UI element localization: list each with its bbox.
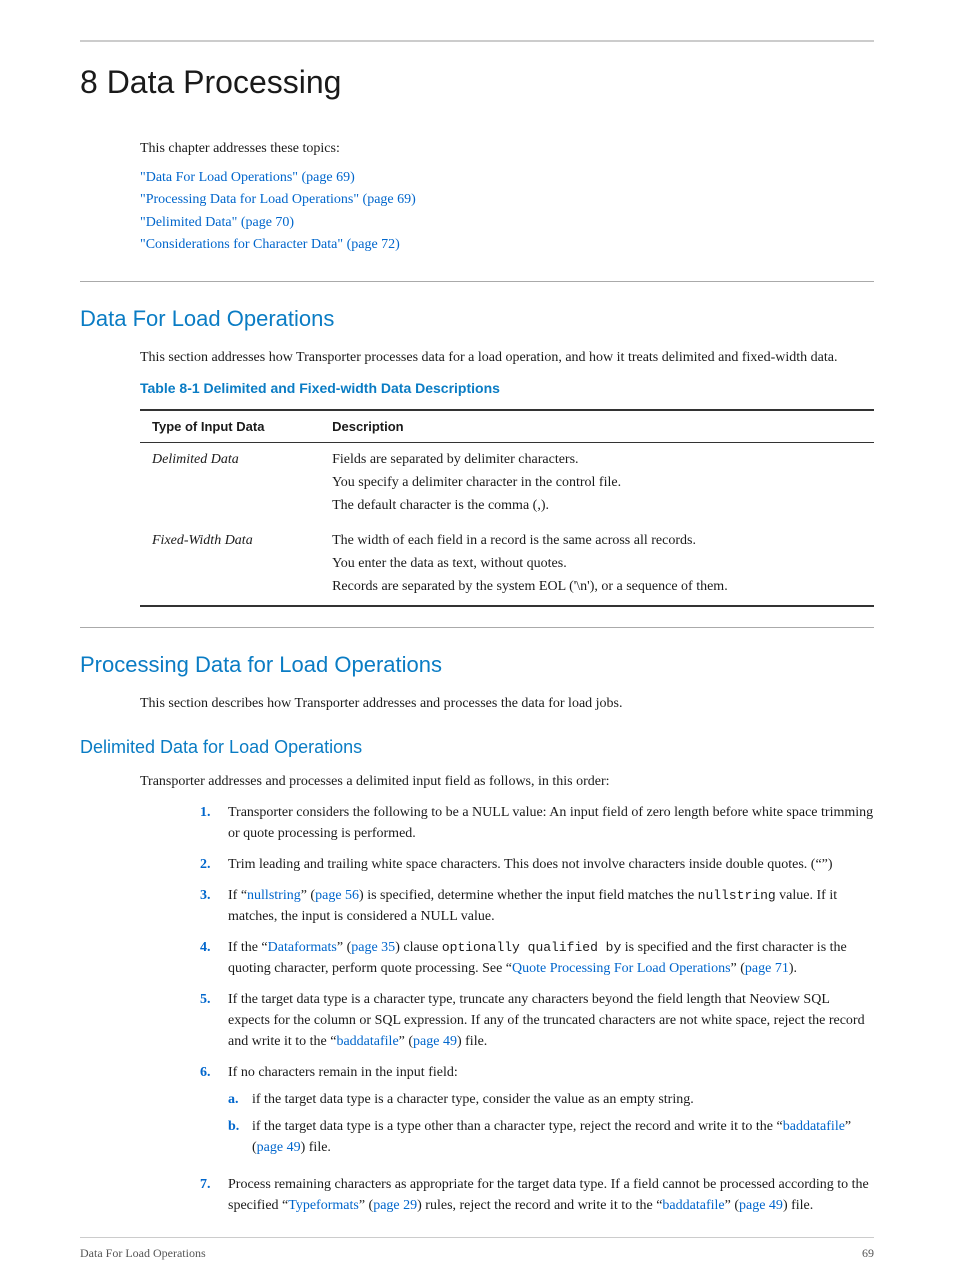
desc-line-2: You specify a delimiter character in the… — [332, 472, 862, 493]
page-container: 8 Data Processing This chapter addresses… — [0, 0, 954, 1286]
desc-line-4: The width of each field in a record is t… — [332, 530, 862, 551]
footer-left: Data For Load Operations — [80, 1244, 206, 1262]
sub-content-6a: if the target data type is a character t… — [252, 1089, 694, 1110]
link-typeformats[interactable]: Typeformats — [288, 1198, 359, 1213]
section1-intro: This section addresses how Transporter p… — [140, 347, 874, 368]
section3-intro: Transporter addresses and processes a de… — [140, 771, 874, 792]
link-quote-processing[interactable]: Quote Processing For Load Operations — [512, 961, 731, 976]
step-7: 7. Process remaining characters as appro… — [200, 1174, 874, 1216]
table-cell-desc-1: Fields are separated by delimiter charac… — [320, 443, 874, 525]
link-nullstring[interactable]: nullstring — [247, 888, 301, 903]
table-cell-type-2: Fixed-Width Data — [140, 524, 320, 606]
section-divider-1 — [80, 281, 874, 282]
chapter-number: 8 — [80, 64, 98, 100]
section1-body: This section addresses how Transporter p… — [140, 347, 874, 608]
link-page49-2[interactable]: page 49 — [257, 1140, 301, 1155]
section2-body: This section describes how Transporter a… — [140, 693, 874, 714]
section3-body: Transporter addresses and processes a de… — [140, 771, 874, 1216]
step-num-5: 5. — [200, 989, 228, 1010]
toc-item-2[interactable]: "Processing Data for Load Operations" (p… — [140, 189, 874, 211]
table-header-row: Type of Input Data Description — [140, 410, 874, 443]
link-baddatafile-3[interactable]: baddatafile — [662, 1198, 724, 1213]
desc-line-5: You enter the data as text, without quot… — [332, 553, 862, 574]
intro-paragraph: This chapter addresses these topics: — [140, 138, 874, 159]
footer-right: 69 — [862, 1244, 874, 1262]
page-footer: Data For Load Operations 69 — [80, 1237, 874, 1262]
link-page29[interactable]: page 29 — [373, 1198, 417, 1213]
sub-step-6b: b. if the target data type is a type oth… — [228, 1116, 874, 1158]
step-content-4: If the “Dataformats” (page 35) clause op… — [228, 937, 874, 979]
step-2: 2. Trim leading and trailing white space… — [200, 854, 874, 875]
step-num-6: 6. — [200, 1062, 228, 1083]
sub-step-6a: a. if the target data type is a characte… — [228, 1089, 874, 1110]
step-num-3: 3. — [200, 885, 228, 906]
section2-heading: Processing Data for Load Operations — [80, 648, 874, 681]
link-page49-1[interactable]: page 49 — [413, 1034, 457, 1049]
toc-item-4[interactable]: "Considerations for Character Data" (pag… — [140, 234, 874, 256]
table-row: Delimited Data Fields are separated by d… — [140, 443, 874, 525]
toc-item-3[interactable]: "Delimited Data" (page 70) — [140, 212, 874, 234]
step-num-7: 7. — [200, 1174, 228, 1195]
step-num-4: 4. — [200, 937, 228, 958]
data-table: Type of Input Data Description Delimited… — [140, 409, 874, 608]
step-content-3: If “nullstring” (page 56) is specified, … — [228, 885, 874, 927]
link-baddatafile-1[interactable]: baddatafile — [336, 1034, 398, 1049]
link-page71[interactable]: page 71 — [745, 961, 789, 976]
step-content-2: Trim leading and trailing white space ch… — [228, 854, 874, 875]
step-content-5: If the target data type is a character t… — [228, 989, 874, 1052]
step-5: 5. If the target data type is a characte… — [200, 989, 874, 1052]
section1-heading: Data For Load Operations — [80, 302, 874, 335]
desc-line-3: The default character is the comma (,). — [332, 495, 862, 516]
table-row: Fixed-Width Data The width of each field… — [140, 524, 874, 606]
table-cell-type-1: Delimited Data — [140, 443, 320, 525]
table-header-col2: Description — [320, 410, 874, 443]
step-4: 4. If the “Dataformats” (page 35) clause… — [200, 937, 874, 979]
sub-list-6: a. if the target data type is a characte… — [228, 1089, 874, 1158]
chapter-title: 8 Data Processing — [80, 40, 874, 114]
link-page49-3[interactable]: page 49 — [739, 1198, 783, 1213]
table-header-col1: Type of Input Data — [140, 410, 320, 443]
step-content-1: Transporter considers the following to b… — [228, 802, 874, 844]
steps-list: 1. Transporter considers the following t… — [200, 802, 874, 1216]
sub-content-6b: if the target data type is a type other … — [252, 1116, 874, 1158]
link-page56[interactable]: page 56 — [315, 888, 359, 903]
section-divider-2 — [80, 627, 874, 628]
section3-heading: Delimited Data for Load Operations — [80, 734, 874, 761]
step-3: 3. If “nullstring” (page 56) is specifie… — [200, 885, 874, 927]
sub-label-6b: b. — [228, 1116, 252, 1137]
toc-list: "Data For Load Operations" (page 69) "Pr… — [140, 167, 874, 257]
chapter-title-text: Data Processing — [107, 64, 342, 100]
step-6: 6. If no characters remain in the input … — [200, 1062, 874, 1164]
toc-item-1[interactable]: "Data For Load Operations" (page 69) — [140, 167, 874, 189]
table-caption: Table 8-1 Delimited and Fixed-width Data… — [140, 378, 874, 399]
desc-line-1: Fields are separated by delimiter charac… — [332, 449, 862, 470]
link-dataformats[interactable]: Dataformats — [268, 940, 337, 955]
link-baddatafile-2[interactable]: baddatafile — [783, 1119, 845, 1134]
step-num-1: 1. — [200, 802, 228, 823]
step-content-6: If no characters remain in the input fie… — [228, 1062, 874, 1164]
step-1: 1. Transporter considers the following t… — [200, 802, 874, 844]
step-num-2: 2. — [200, 854, 228, 875]
sub-label-6a: a. — [228, 1089, 252, 1110]
step-content-7: Process remaining characters as appropri… — [228, 1174, 874, 1216]
section2-text: This section describes how Transporter a… — [140, 693, 874, 714]
table-cell-desc-2: The width of each field in a record is t… — [320, 524, 874, 606]
desc-line-6: Records are separated by the system EOL … — [332, 576, 862, 597]
link-page35[interactable]: page 35 — [351, 940, 395, 955]
